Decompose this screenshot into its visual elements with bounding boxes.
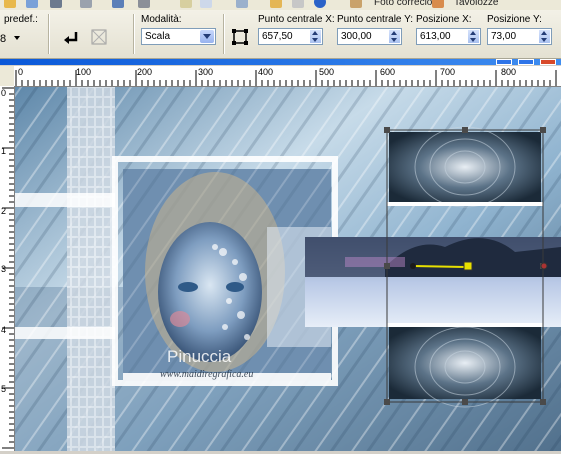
ruler-label: 500 bbox=[319, 67, 334, 77]
watermark-title: Pinuccia bbox=[167, 347, 232, 366]
layers-icon[interactable] bbox=[270, 0, 282, 8]
palette-icon[interactable] bbox=[432, 0, 444, 8]
preset-dropdown-icon: 8 bbox=[0, 33, 20, 45]
ruler-label: 1 bbox=[1, 146, 6, 156]
grid-column bbox=[67, 87, 115, 451]
reset-arrow-icon bbox=[64, 32, 78, 44]
pos-x-value: 613,00 bbox=[420, 31, 451, 42]
info-icon[interactable] bbox=[314, 0, 326, 8]
maximize-icon[interactable] bbox=[518, 59, 534, 65]
close-icon[interactable] bbox=[540, 59, 556, 65]
pos-y-label: Posizione Y: bbox=[487, 14, 542, 25]
vertical-ruler: 0 1 2 3 4 5 bbox=[0, 86, 15, 451]
center-x-spinner[interactable] bbox=[310, 30, 321, 43]
chevron-down-icon[interactable] bbox=[200, 30, 214, 43]
ruler-label: 5 bbox=[1, 384, 6, 394]
menu-palettes[interactable]: Tavolozze bbox=[454, 0, 498, 8]
minimize-icon[interactable] bbox=[496, 59, 512, 65]
horizontal-ruler: 0 100 200 300 400 500 600 700 800 bbox=[14, 66, 561, 87]
ruler-label: 0 bbox=[1, 88, 6, 98]
preset-label: predef.: bbox=[4, 14, 38, 25]
svg-text:8: 8 bbox=[0, 33, 6, 45]
apply-button[interactable] bbox=[88, 26, 110, 48]
folder-icon[interactable] bbox=[4, 0, 16, 8]
horizontal-ruler-ticks: 0 100 200 300 400 500 600 700 800 bbox=[15, 67, 557, 86]
ruler-label: 700 bbox=[440, 67, 455, 77]
ruler-label: 4 bbox=[1, 325, 6, 335]
ruler-label: 3 bbox=[1, 264, 6, 274]
ruler-label: 100 bbox=[76, 67, 91, 77]
tunnel-panel-bottom bbox=[389, 327, 541, 399]
open-icon[interactable] bbox=[26, 0, 38, 8]
pos-y-field[interactable]: 73,00 bbox=[487, 28, 552, 45]
rotate-right-handle[interactable] bbox=[540, 262, 548, 270]
pivot-point[interactable] bbox=[410, 263, 416, 269]
tool-options-bar: predef.: 8 Modalità: Scala Punto central… bbox=[0, 10, 561, 59]
print-icon[interactable] bbox=[80, 0, 92, 8]
ruler-corner bbox=[0, 66, 15, 87]
mode-label: Modalità: bbox=[141, 14, 182, 25]
ruler-label: 0 bbox=[18, 67, 23, 77]
pos-y-value: 73,00 bbox=[491, 31, 517, 42]
apply-icon bbox=[91, 29, 107, 45]
center-x-label: Punto centrale X: bbox=[258, 14, 335, 25]
center-x-value: 657,50 bbox=[262, 31, 293, 42]
preset-picker[interactable]: 8 bbox=[0, 30, 24, 46]
center-y-label: Punto centrale Y: bbox=[337, 14, 413, 25]
ruler-label: 200 bbox=[137, 67, 152, 77]
center-x-field[interactable]: 657,50 bbox=[258, 28, 323, 45]
transform-box-icon bbox=[232, 29, 248, 45]
ruler-label: 600 bbox=[380, 67, 395, 77]
redo-icon[interactable] bbox=[200, 0, 212, 8]
pos-y-spinner[interactable] bbox=[539, 30, 550, 43]
ruler-label: 400 bbox=[258, 67, 273, 77]
image-canvas[interactable]: Pinuccia www.maidiregrafica.eu bbox=[15, 87, 561, 451]
pos-x-spinner[interactable] bbox=[468, 30, 479, 43]
center-y-field[interactable]: 300,00 bbox=[337, 28, 402, 45]
browser-icon[interactable] bbox=[292, 0, 304, 8]
center-y-value: 300,00 bbox=[341, 31, 372, 42]
ruler-label: 800 bbox=[501, 67, 516, 77]
portrait-face bbox=[158, 222, 262, 362]
tool-icon[interactable] bbox=[236, 0, 248, 8]
tunnel-panel-top bbox=[389, 132, 541, 202]
watermark-url: www.maidiregrafica.eu bbox=[160, 369, 253, 380]
ruler-label: 2 bbox=[1, 206, 6, 216]
pos-x-label: Posizione X: bbox=[416, 14, 472, 25]
rotation-handle[interactable] bbox=[463, 261, 473, 271]
vertical-ruler-ticks: 0 1 2 3 4 5 bbox=[1, 87, 14, 449]
transform-button[interactable] bbox=[229, 26, 251, 48]
photo-fix-icon[interactable] bbox=[350, 0, 362, 8]
pos-x-field[interactable]: 613,00 bbox=[416, 28, 481, 45]
center-y-spinner[interactable] bbox=[389, 30, 400, 43]
document-title-bar bbox=[0, 59, 561, 65]
mode-value: Scala bbox=[145, 31, 171, 42]
artwork: Pinuccia www.maidiregrafica.eu bbox=[15, 87, 561, 451]
save-icon[interactable] bbox=[50, 0, 62, 8]
undo-icon[interactable] bbox=[112, 0, 124, 8]
ruler-label: 300 bbox=[198, 67, 213, 77]
reset-button[interactable] bbox=[60, 26, 82, 48]
menu-foto-correction[interactable]: Foto correcio bbox=[374, 0, 432, 8]
script-icon[interactable] bbox=[180, 0, 192, 8]
pivot-line bbox=[412, 265, 466, 268]
camera-icon[interactable] bbox=[138, 0, 150, 8]
mode-select[interactable]: Scala bbox=[141, 28, 216, 45]
